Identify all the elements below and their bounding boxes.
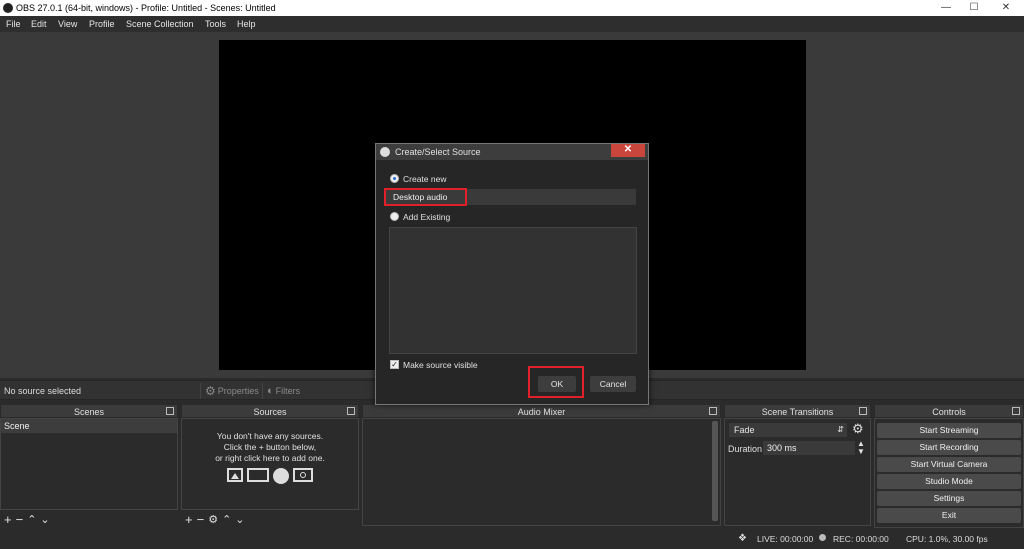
mixer-scrollbar[interactable] <box>712 421 718 521</box>
sources-empty-line2: Click the + button below, <box>223 442 317 452</box>
filter-icon: ◐ <box>267 385 274 397</box>
controls-dock-title: Controls <box>874 404 1024 418</box>
obs-logo-icon <box>3 3 13 13</box>
scene-list-item[interactable]: Scene <box>1 419 177 433</box>
scenes-list: Scene <box>0 418 178 510</box>
scenes-dock: Scenes Scene + − ⌃ ⌄ <box>0 404 178 528</box>
move-down-icon[interactable]: ⌄ <box>235 513 244 526</box>
window-titlebar: OBS 27.0.1 (64-bit, windows) - Profile: … <box>0 0 1024 16</box>
create-new-label: Create new <box>403 174 447 184</box>
obs-logo-icon <box>380 147 390 157</box>
add-scene-icon[interactable]: + <box>4 512 12 527</box>
remove-scene-icon[interactable]: − <box>16 512 24 527</box>
cpu-status: CPU: 1.0%, 30.00 fps <box>906 534 988 544</box>
dialog-titlebar: Create/Select Source ✕ <box>376 144 648 160</box>
audio-mixer-title: Audio Mixer <box>362 404 721 418</box>
record-indicator-icon <box>819 534 826 541</box>
source-type-icons <box>182 468 358 484</box>
start-recording-button[interactable]: Start Recording <box>877 440 1021 455</box>
studio-mode-button[interactable]: Studio Mode <box>877 474 1021 489</box>
ok-highlight-box <box>528 366 584 398</box>
start-virtual-camera-button[interactable]: Start Virtual Camera <box>877 457 1021 472</box>
dialog-close-button[interactable]: ✕ <box>611 144 645 157</box>
move-up-icon[interactable]: ⌃ <box>27 513 36 526</box>
move-down-icon[interactable]: ⌄ <box>40 513 49 526</box>
float-dock-icon[interactable] <box>859 407 867 415</box>
create-new-radio[interactable] <box>390 174 399 183</box>
settings-button[interactable]: Settings <box>877 491 1021 506</box>
select-arrows-icon: ⇵ <box>837 425 844 434</box>
selected-source-status: No source selected <box>4 386 82 396</box>
menu-edit[interactable]: Edit <box>31 19 47 29</box>
float-dock-icon[interactable] <box>347 407 355 415</box>
minimize-button[interactable]: — <box>935 0 957 16</box>
close-window-button[interactable]: ✕ <box>995 0 1017 16</box>
add-existing-label: Add Existing <box>403 212 451 222</box>
menu-view[interactable]: View <box>58 19 77 29</box>
properties-button[interactable]: ⚙ Properties <box>200 383 263 399</box>
filters-button[interactable]: ◐ Filters <box>262 383 304 399</box>
menu-file[interactable]: File <box>6 19 21 29</box>
float-dock-icon[interactable] <box>1012 407 1020 415</box>
menu-bar: File Edit View Profile Scene Collection … <box>0 16 1024 32</box>
start-streaming-button[interactable]: Start Streaming <box>877 423 1021 438</box>
sources-dock: Sources You don't have any sources. Clic… <box>181 404 359 528</box>
audio-mixer-dock: Audio Mixer <box>362 404 721 528</box>
menu-tools[interactable]: Tools <box>205 19 226 29</box>
browser-source-icon <box>273 468 289 484</box>
status-bar: ❖ LIVE: 00:00:00 REC: 00:00:00 CPU: 1.0%… <box>0 529 1024 549</box>
sources-empty-line1: You don't have any sources. <box>216 431 324 441</box>
properties-label: Properties <box>217 386 259 396</box>
transition-select[interactable]: Fade ⇵ <box>729 423 847 437</box>
float-dock-icon[interactable] <box>709 407 717 415</box>
audio-mixer-body <box>362 418 721 526</box>
name-highlight-box <box>384 188 467 206</box>
sources-dock-title: Sources <box>181 404 359 418</box>
image-source-icon <box>227 468 243 482</box>
cancel-button[interactable]: Cancel <box>590 376 636 392</box>
duration-input[interactable]: 300 ms <box>763 441 855 455</box>
menu-help[interactable]: Help <box>237 19 256 29</box>
menu-profile[interactable]: Profile <box>89 19 115 29</box>
maximize-button[interactable]: ☐ <box>963 0 985 16</box>
existing-sources-list[interactable] <box>389 227 637 354</box>
remove-source-icon[interactable]: − <box>197 512 205 527</box>
broadcast-icon: ❖ <box>738 533 747 544</box>
add-existing-radio[interactable] <box>390 212 399 221</box>
rec-timer: REC: 00:00:00 <box>833 534 889 544</box>
display-capture-icon <box>247 468 269 482</box>
media-source-icon <box>293 468 313 482</box>
make-visible-label: Make source visible <box>403 360 478 370</box>
sources-toolbar: + − ⚙ ⌃ ⌄ <box>181 510 359 528</box>
scene-transitions-dock: Scene Transitions Fade ⇵ ⚙ Duration 300 … <box>724 404 871 528</box>
transition-gear-icon[interactable]: ⚙ <box>852 421 864 437</box>
sources-list[interactable]: You don't have any sources. Click the + … <box>181 418 359 510</box>
menu-scene-collection[interactable]: Scene Collection <box>126 19 194 29</box>
add-source-icon[interactable]: + <box>185 512 193 527</box>
live-timer: LIVE: 00:00:00 <box>757 534 814 544</box>
exit-button[interactable]: Exit <box>877 508 1021 523</box>
scene-transitions-title: Scene Transitions <box>724 404 871 418</box>
sources-empty-line3: or right click here to add one. <box>215 453 325 463</box>
create-select-source-dialog: Create/Select Source ✕ Create new Add Ex… <box>375 143 649 405</box>
filters-label: Filters <box>275 386 301 396</box>
float-dock-icon[interactable] <box>166 407 174 415</box>
duration-label: Duration <box>728 444 763 454</box>
dialog-title: Create/Select Source <box>395 147 481 157</box>
move-up-icon[interactable]: ⌃ <box>222 513 231 526</box>
scenes-toolbar: + − ⌃ ⌄ <box>0 510 178 528</box>
window-title: OBS 27.0.1 (64-bit, windows) - Profile: … <box>16 3 276 13</box>
scenes-dock-title: Scenes <box>0 404 178 418</box>
duration-spinner-icon[interactable]: ▲ ▼ <box>857 440 865 456</box>
source-properties-gear-icon[interactable]: ⚙ <box>208 513 218 526</box>
make-visible-checkbox[interactable]: ✓ <box>390 360 399 369</box>
gear-icon: ⚙ <box>205 384 216 398</box>
scene-transitions-body: Fade ⇵ ⚙ Duration 300 ms ▲ ▼ <box>724 418 871 526</box>
